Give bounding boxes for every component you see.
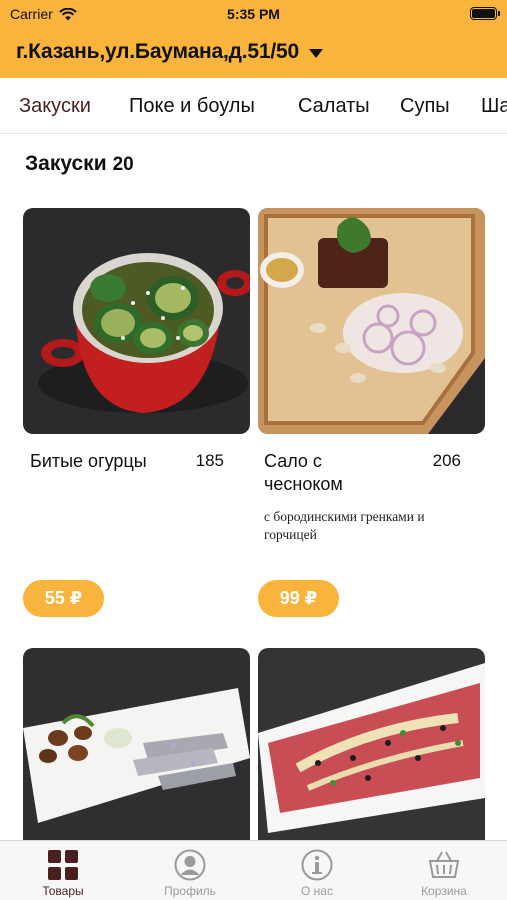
product-image-cucumbers[interactable] xyxy=(23,208,250,434)
grid-icon xyxy=(48,850,78,880)
add-to-cart-button[interactable]: 55 ₽ xyxy=(23,580,104,617)
nav-label: О нас xyxy=(301,884,333,898)
section-title-label: Закуски xyxy=(25,152,107,175)
nav-label: Профиль xyxy=(164,884,216,898)
tab-next-partial[interactable]: Ша xyxy=(481,95,507,118)
product-image-herring[interactable] xyxy=(23,648,250,840)
info-icon xyxy=(301,849,333,881)
section-count: 20 xyxy=(112,154,134,175)
nav-item-about[interactable]: О нас xyxy=(254,841,380,900)
nav-item-profile[interactable]: Профиль xyxy=(127,841,253,900)
battery-icon xyxy=(470,7,500,20)
nav-item-products[interactable]: Товары xyxy=(0,841,126,900)
address-selector[interactable]: г.Казань,ул.Баумана,д.51/50 xyxy=(16,40,323,64)
nav-item-cart[interactable]: Корзина xyxy=(381,841,507,900)
tab-salads[interactable]: Салаты xyxy=(298,95,370,118)
app-header: Carrier 5:35 PM г.Казань,ул.Баумана,д.51… xyxy=(0,0,507,78)
product-image-salo[interactable] xyxy=(258,208,485,434)
nav-label: Корзина xyxy=(421,884,467,898)
nav-label: Товары xyxy=(42,884,84,898)
product-name: Битые огурцы xyxy=(30,451,147,471)
chevron-down-icon xyxy=(308,48,323,58)
section-title: Закуски 20 xyxy=(25,152,134,176)
status-bar: Carrier 5:35 PM xyxy=(0,0,507,28)
tab-soups[interactable]: Супы xyxy=(400,95,450,118)
basket-icon xyxy=(428,851,460,878)
product-weight: 206 xyxy=(432,451,461,470)
tab-zakuski[interactable]: Закуски xyxy=(19,95,91,118)
product-name: Сало с чесноком xyxy=(264,451,343,494)
address-label: г.Казань,ул.Баумана,д.51/50 xyxy=(16,40,299,63)
tab-poke-bowls[interactable]: Поке и боулы xyxy=(129,95,255,118)
clock: 5:35 PM xyxy=(227,6,280,22)
product-image-carpaccio[interactable] xyxy=(258,648,485,840)
bottom-nav: Товары Профиль О нас Корзина xyxy=(0,840,507,900)
category-tabs: Закуски Поке и боулы Салаты Супы Ша xyxy=(0,82,507,134)
add-to-cart-button[interactable]: 99 ₽ xyxy=(258,580,339,617)
product-weight: 185 xyxy=(195,451,224,470)
product-description: с бородинскими гренками и горчицей xyxy=(264,509,425,542)
profile-icon xyxy=(174,849,206,881)
